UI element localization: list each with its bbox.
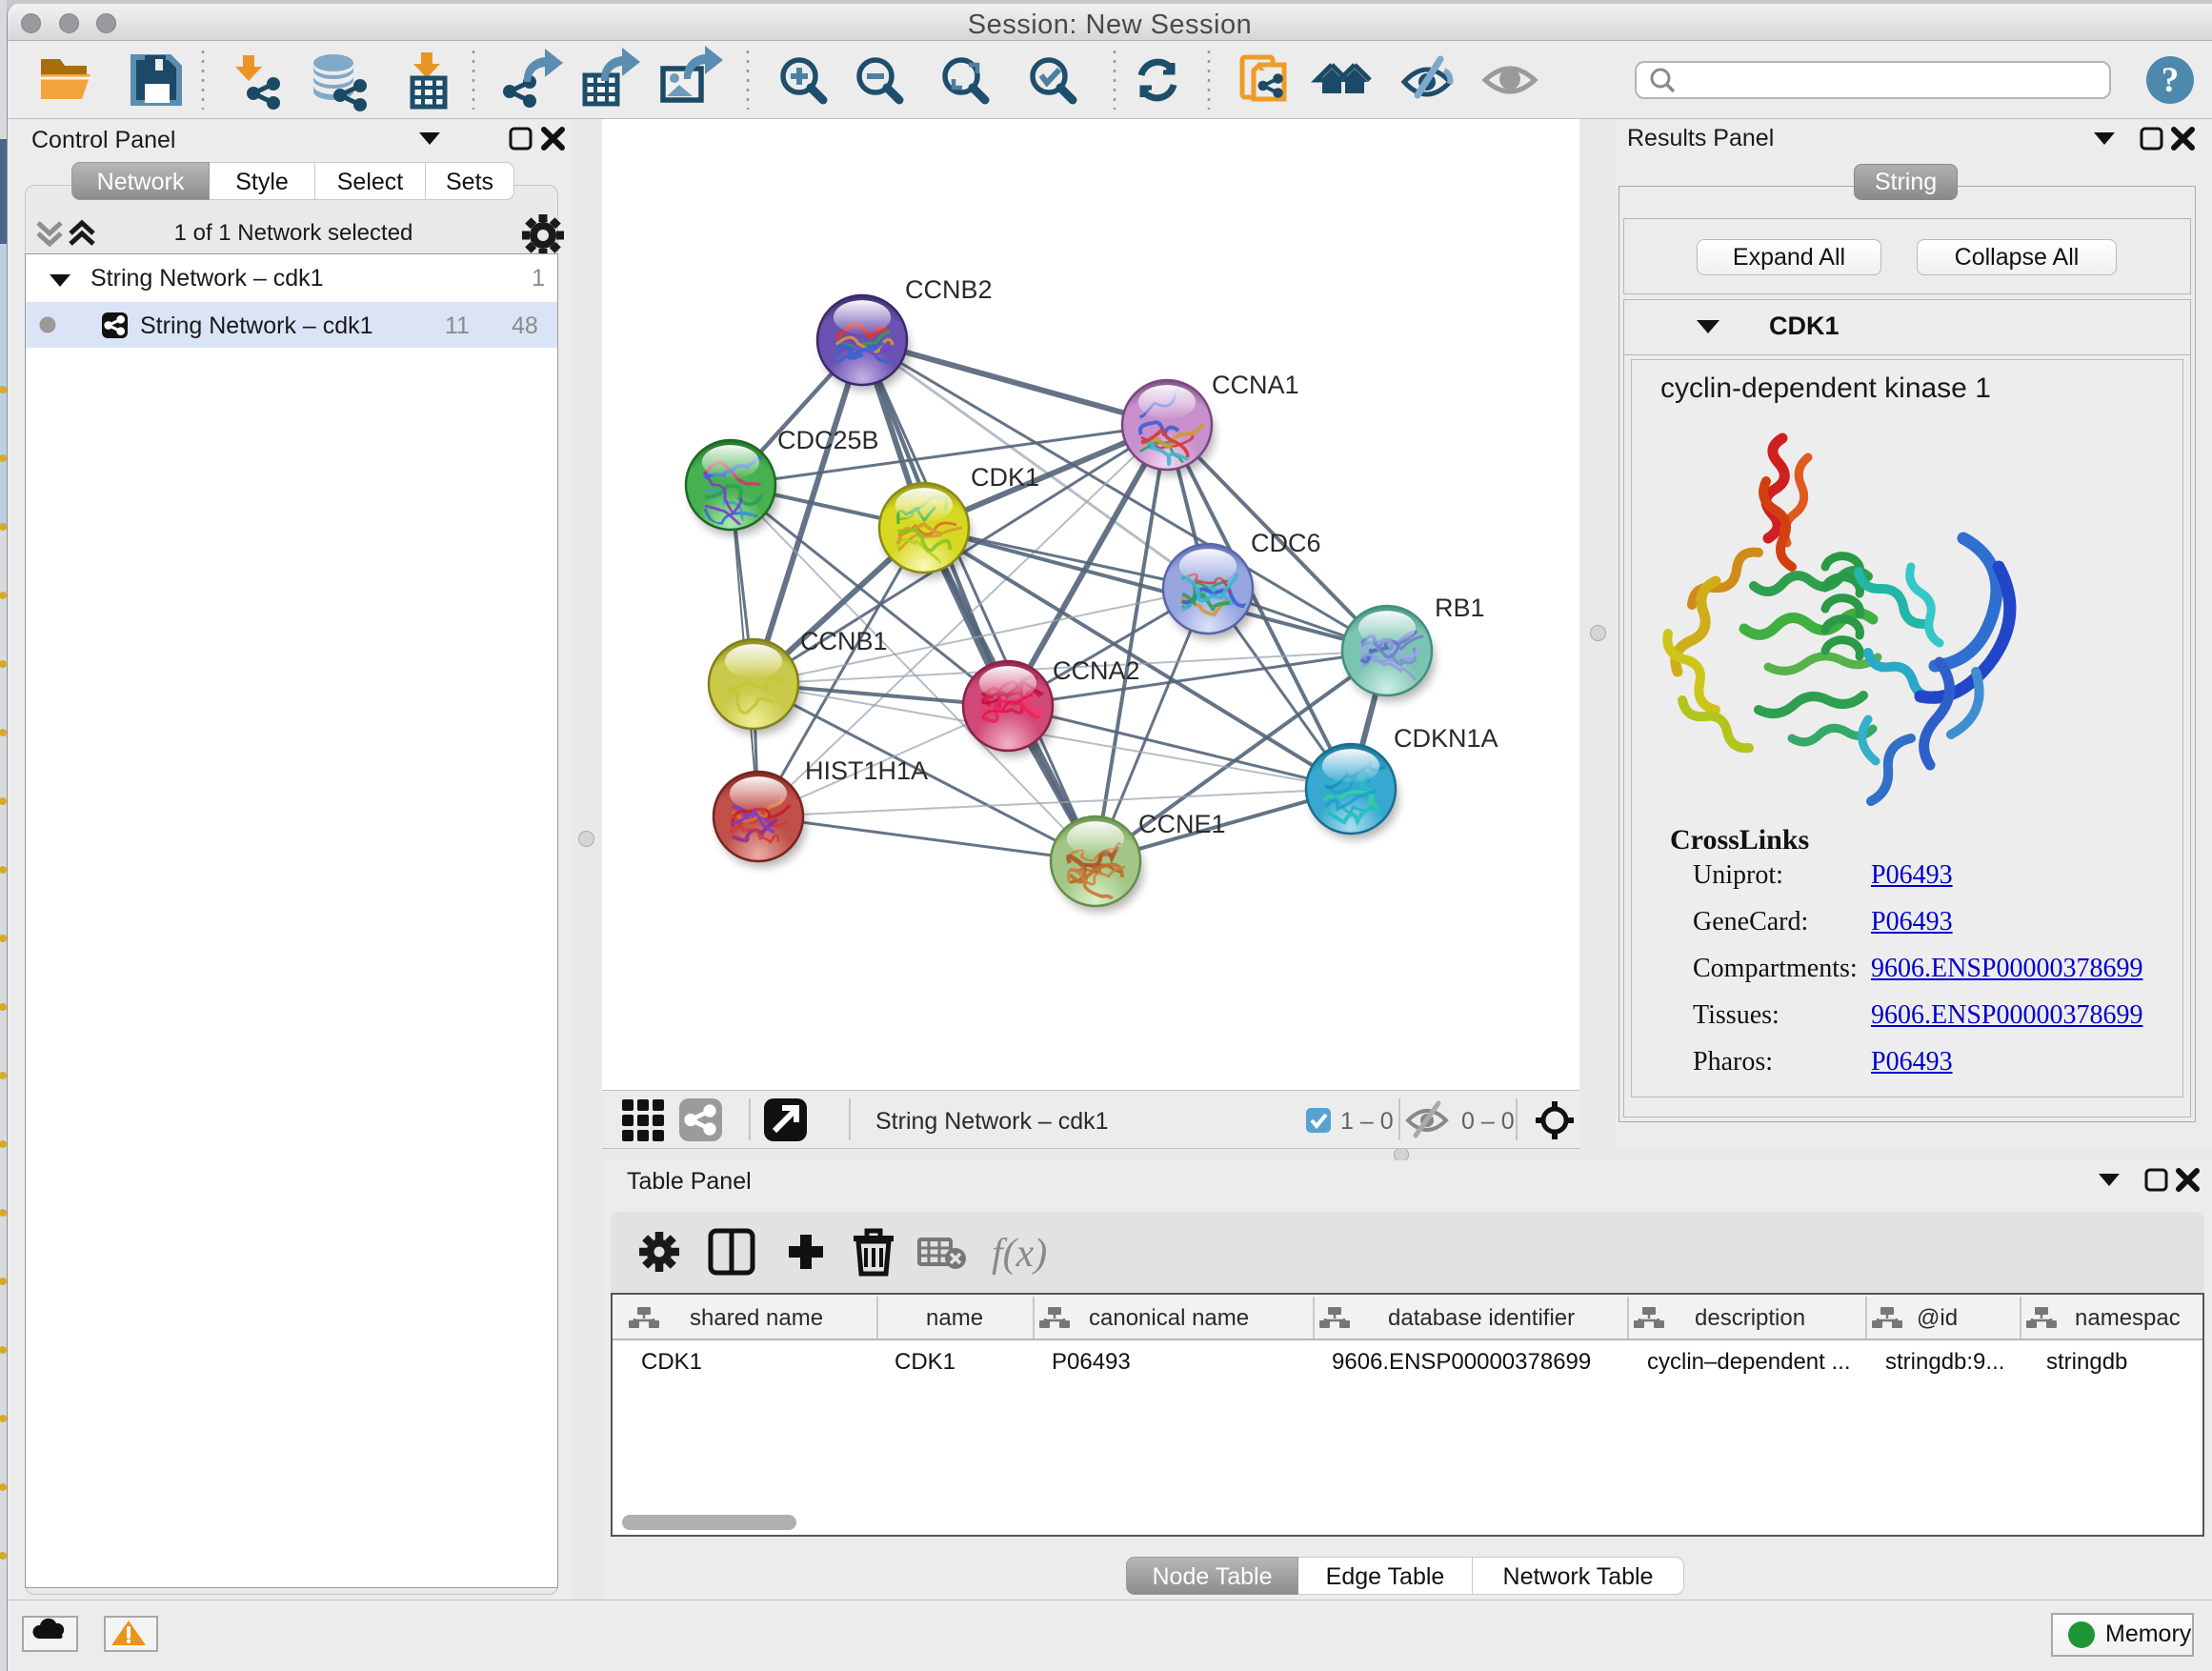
svg-text:stringdb: stringdb <box>2046 1349 2127 1375</box>
svg-text:CDC25B: CDC25B <box>777 426 879 454</box>
svg-text:CCNA2: CCNA2 <box>1053 656 1140 685</box>
svg-text:cyclin–dependent ...: cyclin–dependent ... <box>1647 1349 1850 1375</box>
svg-text:CCNB2: CCNB2 <box>905 275 993 304</box>
svg-text:RB1: RB1 <box>1435 594 1485 622</box>
svg-text:CDK1: CDK1 <box>971 463 1039 492</box>
svg-text:@id: @id <box>1917 1305 1958 1331</box>
svg-text:9606.ENSP00000378699: 9606.ENSP00000378699 <box>1332 1349 1591 1375</box>
svg-text:CCNA1: CCNA1 <box>1212 371 1299 399</box>
svg-text:String Network – cdk1: String Network – cdk1 <box>875 1108 1109 1135</box>
svg-text:database identifier: database identifier <box>1388 1305 1575 1331</box>
svg-text:CDC6: CDC6 <box>1251 529 1321 557</box>
svg-text:1 – 0: 1 – 0 <box>1340 1108 1394 1135</box>
svg-text:CCNB1: CCNB1 <box>800 627 888 655</box>
svg-text:CDK1: CDK1 <box>641 1349 702 1375</box>
svg-text:description: description <box>1695 1305 1805 1331</box>
svg-text:shared name: shared name <box>690 1305 823 1331</box>
svg-text:CCNE1: CCNE1 <box>1138 810 1226 838</box>
svg-text:HIST1H1A: HIST1H1A <box>805 756 928 785</box>
svg-text:namespac: namespac <box>2075 1305 2181 1331</box>
svg-text:canonical name: canonical name <box>1089 1305 1249 1331</box>
svg-text:f(x): f(x) <box>992 1232 1047 1276</box>
svg-text:CDKN1A: CDKN1A <box>1394 724 1498 753</box>
svg-text:CDK1: CDK1 <box>895 1349 955 1375</box>
svg-text:name: name <box>926 1305 983 1331</box>
svg-text:0 – 0: 0 – 0 <box>1461 1108 1515 1135</box>
svg-text:stringdb:9...: stringdb:9... <box>1885 1349 2004 1375</box>
svg-text:P06493: P06493 <box>1052 1349 1131 1375</box>
svg-text:?: ? <box>2162 61 2180 100</box>
